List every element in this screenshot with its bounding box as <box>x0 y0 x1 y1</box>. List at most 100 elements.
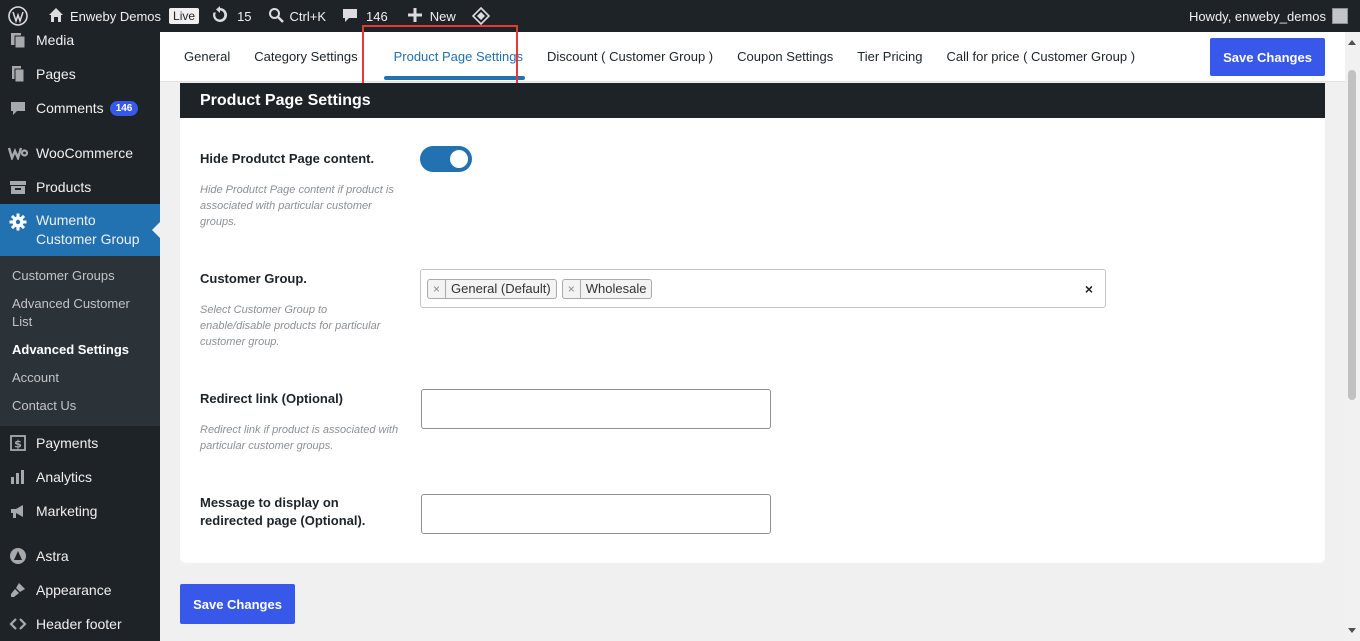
howdy-text: Howdy, enweby_demos <box>1188 8 1326 24</box>
sidebar-item-analytics[interactable]: Analytics <box>0 460 160 494</box>
pages-icon <box>8 64 28 84</box>
sidebar-item-label: Comments <box>36 100 104 116</box>
chip-wholesale: × Wholesale <box>561 278 653 299</box>
sidebar-item-wumento-customer-group[interactable]: Wumento Customer Group <box>0 204 160 256</box>
product-page-settings-panel: Product Page Settings Hide Produtct Page… <box>180 83 1325 563</box>
customer-group-label: Customer Group. <box>200 271 307 286</box>
updates-link[interactable]: 15 <box>205 0 257 32</box>
redirect-message-label: Message to display on redirected page (O… <box>200 495 366 528</box>
paintbrush-icon <box>8 580 28 600</box>
customer-group-select[interactable]: × General (Default) × Wholesale × <box>420 269 1106 308</box>
woocommerce-icon <box>8 143 28 163</box>
submenu-item-customer-groups[interactable]: Customer Groups <box>0 262 160 290</box>
sidebar-item-header-footer[interactable]: Header footer <box>0 607 160 641</box>
sidebar-item-label: Astra <box>36 548 69 564</box>
redirect-link-help: Redirect link if product is associated w… <box>200 424 399 452</box>
clear-selection-icon[interactable]: × <box>1085 281 1093 297</box>
new-label: New <box>429 8 456 24</box>
panel-title: Product Page Settings <box>180 83 1325 118</box>
gear-icon <box>8 212 28 232</box>
archive-icon <box>8 177 28 197</box>
sidebar-item-products[interactable]: Products <box>0 170 160 204</box>
submenu-item-advanced-settings[interactable]: Advanced Settings <box>0 336 160 364</box>
comment-icon <box>342 7 358 26</box>
comment-icon <box>8 98 28 118</box>
chip-remove-button[interactable]: × <box>563 279 581 298</box>
chip-remove-button[interactable]: × <box>428 279 447 298</box>
page-scrollbar[interactable] <box>1345 32 1360 641</box>
redirect-link-input[interactable] <box>421 389 771 429</box>
sidebar-item-marketing[interactable]: Marketing <box>0 494 160 528</box>
tab-general[interactable]: General <box>172 32 242 82</box>
tab-call-for-price[interactable]: Call for price ( Customer Group ) <box>935 32 1148 82</box>
tab-coupon-settings[interactable]: Coupon Settings <box>725 32 845 82</box>
site-name-link[interactable]: Enweby Demos Live <box>34 0 205 32</box>
search-shortcut: Ctrl+K <box>289 8 327 24</box>
save-changes-button-bottom[interactable]: Save Changes <box>180 584 295 624</box>
sidebar-item-label: WooCommerce <box>36 145 133 161</box>
sidebar-item-label: Products <box>36 179 92 195</box>
hide-content-label: Hide Produtct Page content. <box>200 151 375 166</box>
scrollbar-thumb[interactable] <box>1348 70 1356 400</box>
sidebar-item-label: Pages <box>36 66 76 82</box>
sidebar-item-payments[interactable]: $ Payments <box>0 426 160 460</box>
dollar-icon: $ <box>8 433 28 453</box>
sidebar-item-label: Media <box>36 32 75 48</box>
hide-content-help: Hide Produtct Page content if product is… <box>200 184 394 228</box>
scroll-up-icon[interactable] <box>1348 36 1356 45</box>
redirect-link-label: Redirect link (Optional) <box>200 391 344 406</box>
submenu-item-contact-us[interactable]: Contact Us <box>0 392 160 420</box>
new-content-link[interactable]: New <box>394 0 462 32</box>
live-badge: Live <box>169 8 200 24</box>
comments-link[interactable]: 146 <box>332 0 394 32</box>
save-changes-button-top[interactable]: Save Changes <box>1210 38 1325 76</box>
plus-icon <box>407 7 422 25</box>
sidebar-item-label: Wumento Customer Group <box>36 212 140 247</box>
wordpress-logo-icon[interactable] <box>0 0 34 32</box>
diamond-plugin-icon[interactable] <box>462 0 496 32</box>
submenu-item-advanced-customer-list[interactable]: Advanced Customer List <box>0 290 160 336</box>
tab-tier-pricing[interactable]: Tier Pricing <box>845 32 934 82</box>
updates-icon <box>211 5 229 27</box>
admin-sidebar: Media Pages Comments 146 WooCommerce Pro… <box>0 32 160 641</box>
tab-discount-customer-group[interactable]: Discount ( Customer Group ) <box>535 32 725 82</box>
settings-tabs: General Category Settings Product Page S… <box>160 32 1345 82</box>
updates-count: 15 <box>237 8 252 24</box>
scroll-down-icon[interactable] <box>1348 628 1356 637</box>
submenu-item-account[interactable]: Account <box>0 364 160 392</box>
redirect-message-input[interactable] <box>421 494 771 534</box>
comments-count: 146 <box>366 8 388 24</box>
sidebar-item-appearance[interactable]: Appearance <box>0 573 160 607</box>
home-icon <box>48 7 64 26</box>
tab-product-page-settings[interactable]: Product Page Settings <box>370 32 535 82</box>
sidebar-item-label: Payments <box>36 435 99 451</box>
code-icon <box>8 614 28 634</box>
svg-text:$: $ <box>14 438 22 451</box>
sidebar-item-comments[interactable]: Comments 146 <box>0 91 160 125</box>
sidebar-item-astra[interactable]: Astra <box>0 539 160 573</box>
bar-chart-icon <box>8 467 28 487</box>
chip-label: General (Default) <box>451 281 551 296</box>
search-link[interactable]: Ctrl+K <box>258 0 332 32</box>
sidebar-item-label: Marketing <box>36 503 98 519</box>
sidebar-item-label: Analytics <box>36 469 93 485</box>
account-menu[interactable]: Howdy, enweby_demos <box>1189 8 1360 24</box>
astra-icon <box>8 546 28 566</box>
sidebar-item-pages[interactable]: Pages <box>0 57 160 91</box>
hide-content-toggle[interactable] <box>420 146 472 172</box>
sidebar-item-label: Header footer <box>36 616 122 632</box>
media-icon <box>8 32 28 50</box>
tab-category-settings[interactable]: Category Settings <box>242 32 369 82</box>
site-name: Enweby Demos <box>70 8 162 24</box>
chip-general-default: × General (Default) <box>427 278 557 299</box>
sidebar-item-media[interactable]: Media <box>0 32 160 57</box>
customer-group-help: Select Customer Group to enable/disable … <box>200 304 381 348</box>
sidebar-item-label: Appearance <box>36 582 112 598</box>
comments-badge: 146 <box>109 100 139 116</box>
megaphone-icon <box>8 501 28 521</box>
avatar <box>1332 8 1348 24</box>
sidebar-submenu: Customer Groups Advanced Customer List A… <box>0 256 160 426</box>
search-icon <box>268 7 284 26</box>
sidebar-item-woocommerce[interactable]: WooCommerce <box>0 136 160 170</box>
admin-bar: Enweby Demos Live 15 Ctrl+K 146 New Howd… <box>0 0 1360 32</box>
